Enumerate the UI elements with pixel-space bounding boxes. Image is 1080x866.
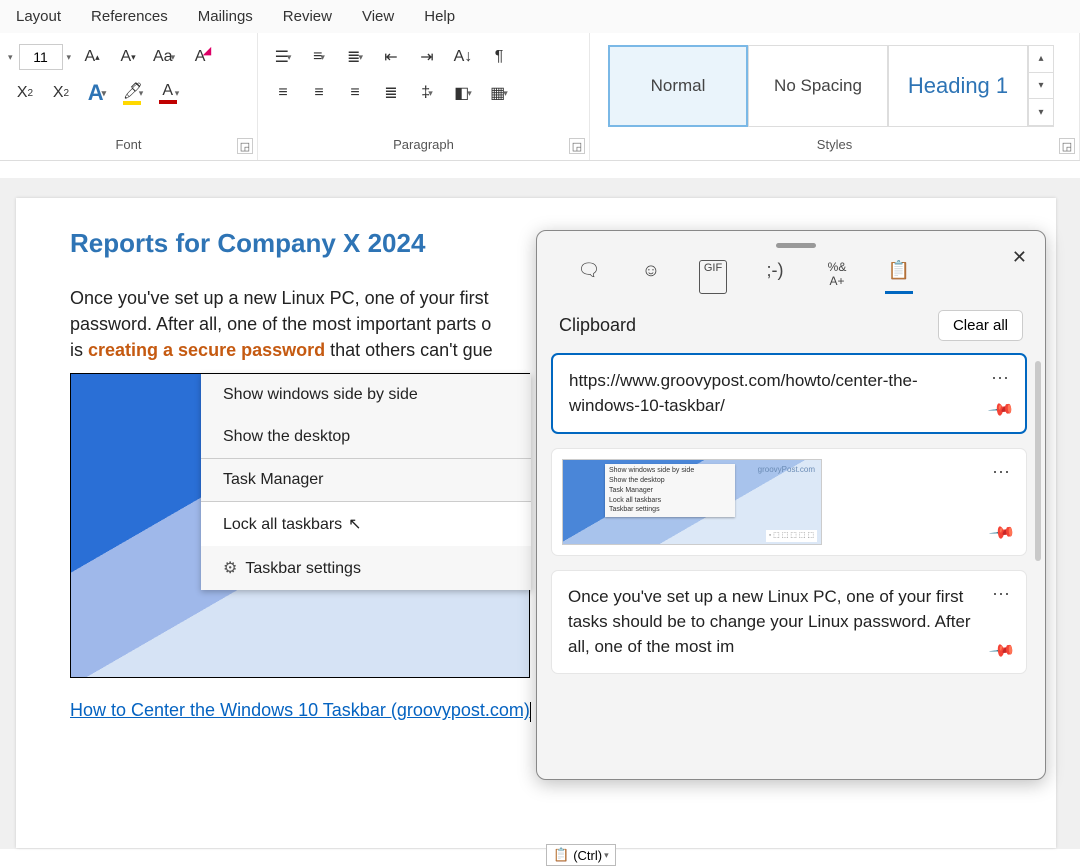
borders-icon[interactable]: ▦▾ xyxy=(484,78,514,108)
change-case-icon[interactable]: Aa▾ xyxy=(149,42,179,72)
text-cursor xyxy=(530,702,531,722)
drag-handle[interactable] xyxy=(776,243,816,248)
clip-text: https://www.groovypost.com/howto/center-… xyxy=(569,371,918,415)
clip-thumb-menu: Show windows side by side Show the deskt… xyxy=(605,464,735,517)
ctx-lock-taskbars[interactable]: Lock all taskbars↖ xyxy=(201,502,531,546)
align-left-icon[interactable]: ≡ xyxy=(268,78,298,108)
tab-symbols-icon[interactable]: %&A+ xyxy=(823,260,851,294)
align-center-icon[interactable]: ≡ xyxy=(304,78,334,108)
clip-image-thumb: Show windows side by side Show the deskt… xyxy=(562,459,822,545)
clip-thumb-watermark: groovyPost.com xyxy=(758,464,815,476)
ctx-task-manager[interactable]: Task Manager xyxy=(201,459,531,501)
grow-font-icon[interactable]: A▴ xyxy=(77,42,107,72)
font-size-input[interactable]: 11 xyxy=(19,44,63,70)
styles-more[interactable]: ▴▾▾ xyxy=(1028,45,1054,127)
clipboard-list[interactable]: https://www.groovypost.com/howto/center-… xyxy=(551,353,1041,773)
more-icon[interactable]: ⋯ xyxy=(992,459,1012,485)
justify-icon[interactable]: ≣ xyxy=(376,78,406,108)
tab-kaomoji-icon[interactable]: ;-) xyxy=(761,260,789,294)
ctx-show-side[interactable]: Show windows side by side xyxy=(201,374,531,416)
pin-icon[interactable]: 📌 xyxy=(985,635,1017,667)
clipboard-title: Clipboard xyxy=(559,315,636,336)
sort-icon[interactable]: A↓ xyxy=(448,42,478,72)
scrollbar[interactable] xyxy=(1035,361,1041,561)
tab-gif-icon[interactable]: GIF xyxy=(699,260,727,294)
style-heading-1[interactable]: Heading 1 xyxy=(888,45,1028,127)
paragraph-launcher-icon[interactable]: ◲ xyxy=(569,138,585,154)
ctx-show-desktop[interactable]: Show the desktop xyxy=(201,416,531,458)
font-launcher-icon[interactable]: ◲ xyxy=(237,138,253,154)
clipboard-icon: 📋 xyxy=(553,847,569,863)
font-size-dropdown-icon[interactable]: ▾ xyxy=(67,52,72,63)
clipboard-tabs: 🗨 ☺ GIF ;-) %&A+ 📋 xyxy=(551,256,1041,304)
clear-all-button[interactable]: Clear all xyxy=(938,310,1023,341)
superscript-icon[interactable]: X2 xyxy=(46,78,76,108)
text-effects-icon[interactable]: A▾ xyxy=(82,78,112,108)
ribbon-group-paragraph: ☰▾ ≡▾ ≣▾ ⇤ ⇥ A↓ ¶ ≡ ≡ ≡ ≣ ‡▾ ◧▾ ▦▾ Parag… xyxy=(258,33,590,160)
multilevel-icon[interactable]: ≣▾ xyxy=(340,42,370,72)
doc-hyperlink[interactable]: How to Center the Windows 10 Taskbar (gr… xyxy=(70,700,530,721)
numbering-icon[interactable]: ≡▾ xyxy=(304,42,334,72)
style-no-spacing[interactable]: No Spacing xyxy=(748,45,888,127)
menu-help[interactable]: Help xyxy=(424,8,455,25)
highlight-icon[interactable]: 🖊▾ xyxy=(118,78,148,108)
line-spacing-icon[interactable]: ‡▾ xyxy=(412,78,442,108)
group-label-paragraph: Paragraph xyxy=(268,133,579,156)
clear-format-icon[interactable]: A◢ xyxy=(185,42,215,72)
menu-references[interactable]: References xyxy=(91,8,168,25)
group-label-font: Font xyxy=(10,133,247,156)
align-right-icon[interactable]: ≡ xyxy=(340,78,370,108)
font-color-icon[interactable]: A▾ xyxy=(154,78,184,108)
embedded-screenshot: Show windows side by side Show the deskt… xyxy=(70,373,530,678)
clip-item[interactable]: https://www.groovypost.com/howto/center-… xyxy=(551,353,1027,434)
menu-mailings[interactable]: Mailings xyxy=(198,8,253,25)
ribbon-group-font: ▾ 11 ▾ A▴ A▾ Aa▾ A◢ X2 X2 A▾ 🖊▾ A▾ Font … xyxy=(0,33,258,160)
more-icon[interactable]: ⋯ xyxy=(991,365,1011,391)
clip-text: Once you've set up a new Linux PC, one o… xyxy=(568,587,971,655)
tab-recent-icon[interactable]: 🗨 xyxy=(575,260,603,294)
more-icon[interactable]: ⋯ xyxy=(992,581,1012,607)
show-marks-icon[interactable]: ¶ xyxy=(484,42,514,72)
menu-bar: Layout References Mailings Review View H… xyxy=(0,0,1080,33)
pin-icon[interactable]: 📌 xyxy=(984,394,1016,426)
increase-indent-icon[interactable]: ⇥ xyxy=(412,42,442,72)
paste-options-button[interactable]: 📋 (Ctrl) ▾ xyxy=(546,844,616,866)
clipboard-panel: ✕ 🗨 ☺ GIF ;-) %&A+ 📋 Clipboard Clear all… xyxy=(536,230,1046,780)
clip-item[interactable]: Once you've set up a new Linux PC, one o… xyxy=(551,570,1027,674)
cursor-icon: ↖ xyxy=(348,516,361,533)
tab-emoji-icon[interactable]: ☺ xyxy=(637,260,665,294)
ribbon: ▾ 11 ▾ A▴ A▾ Aa▾ A◢ X2 X2 A▾ 🖊▾ A▾ Font … xyxy=(0,33,1080,161)
shading-icon[interactable]: ◧▾ xyxy=(448,78,478,108)
clip-item[interactable]: Show windows side by side Show the deskt… xyxy=(551,448,1027,556)
tab-clipboard-icon[interactable]: 📋 xyxy=(885,260,913,294)
font-name-dropdown-icon[interactable]: ▾ xyxy=(8,52,13,63)
shrink-font-icon[interactable]: A▾ xyxy=(113,42,143,72)
menu-view[interactable]: View xyxy=(362,8,394,25)
clip-thumb-tray: ◦ ⬚ ⬚ ⬚ ⬚ ⬚ xyxy=(766,530,817,542)
subscript-icon[interactable]: X2 xyxy=(10,78,40,108)
ribbon-group-styles: Normal No Spacing Heading 1 ▴▾▾ Styles ◲ xyxy=(590,33,1080,160)
ctx-taskbar-settings[interactable]: Taskbar settings xyxy=(201,546,531,590)
menu-layout[interactable]: Layout xyxy=(16,8,61,25)
close-icon[interactable]: ✕ xyxy=(1012,247,1027,268)
bullets-icon[interactable]: ☰▾ xyxy=(268,42,298,72)
style-normal[interactable]: Normal xyxy=(608,45,748,127)
styles-launcher-icon[interactable]: ◲ xyxy=(1059,138,1075,154)
pin-icon[interactable]: 📌 xyxy=(985,517,1017,549)
menu-review[interactable]: Review xyxy=(283,8,332,25)
decrease-indent-icon[interactable]: ⇤ xyxy=(376,42,406,72)
group-label-styles: Styles xyxy=(600,133,1069,156)
context-menu: Show windows side by side Show the deskt… xyxy=(201,374,531,590)
chevron-down-icon: ▾ xyxy=(604,850,609,861)
doc-bold-phrase: creating a secure password xyxy=(88,340,325,360)
